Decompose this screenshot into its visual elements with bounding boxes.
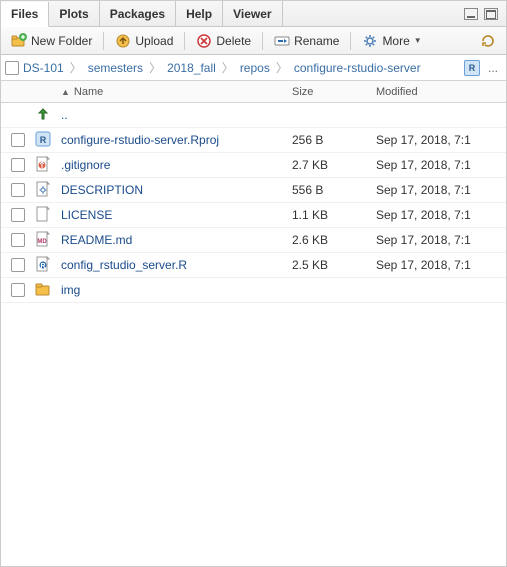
column-label: Name — [74, 86, 103, 98]
breadcrumb-separator-icon: 〉 — [147, 59, 163, 76]
file-name-link[interactable]: configure-rstudio-server.Rproj — [61, 133, 219, 147]
file-row: Rconfigure-rstudio-server.Rproj 256 BSep … — [1, 128, 506, 153]
file-modified: Sep 17, 2018, 7:1 — [376, 258, 506, 272]
rename-label: Rename — [294, 34, 339, 48]
rproj-icon: R — [35, 131, 51, 147]
refresh-button[interactable] — [474, 31, 502, 51]
breadcrumb-separator-icon: 〉 — [220, 59, 236, 76]
delete-icon — [196, 33, 212, 49]
file-row: Rconfig_rstudio_server.R 2.5 KBSep 17, 20… — [1, 253, 506, 278]
svg-text:R: R — [40, 263, 45, 270]
git-icon — [35, 156, 51, 172]
file-row: img — [1, 278, 506, 303]
breadcrumb-separator-icon: 〉 — [274, 59, 290, 76]
breadcrumb-more-button[interactable]: ... — [484, 61, 502, 75]
rproject-badge-icon[interactable]: R — [464, 60, 480, 76]
file-name-link[interactable]: LICENSE — [61, 208, 112, 222]
tab-plots[interactable]: Plots — [49, 1, 99, 26]
gear-icon — [362, 33, 378, 49]
refresh-icon — [480, 33, 496, 49]
up-arrow-icon — [35, 106, 51, 122]
new-folder-icon — [11, 33, 27, 49]
tab-files[interactable]: Files — [1, 2, 49, 27]
parent-dir-row[interactable]: .. — [1, 103, 506, 128]
rscript-icon: R — [35, 256, 51, 272]
row-checkbox[interactable] — [11, 133, 25, 147]
files-toolbar: New Folder Upload Delete Rename More ▼ — [1, 27, 506, 55]
more-label: More — [382, 34, 409, 48]
dropdown-caret-icon: ▼ — [414, 36, 422, 45]
file-name-link[interactable]: .gitignore — [61, 158, 110, 172]
delete-label: Delete — [216, 34, 251, 48]
select-all-checkbox[interactable] — [5, 61, 19, 75]
row-checkbox[interactable] — [11, 208, 25, 222]
file-modified: Sep 17, 2018, 7:1 — [376, 208, 506, 222]
breadcrumb-separator-icon: 〉 — [68, 59, 84, 76]
row-checkbox[interactable] — [11, 233, 25, 247]
toolbar-separator — [262, 32, 263, 50]
file-modified: Sep 17, 2018, 7:1 — [376, 233, 506, 247]
column-header-modified[interactable]: Modified — [376, 86, 506, 98]
minimize-pane-icon[interactable] — [464, 8, 478, 20]
md-icon: MD — [35, 231, 51, 247]
row-checkbox[interactable] — [11, 158, 25, 172]
sort-asc-icon: ▲ — [61, 87, 70, 97]
file-size: 556 B — [292, 183, 376, 197]
file-modified: Sep 17, 2018, 7:1 — [376, 158, 506, 172]
row-checkbox[interactable] — [11, 183, 25, 197]
svg-text:MD: MD — [37, 239, 47, 245]
file-name-link[interactable]: config_rstudio_server.R — [61, 258, 187, 272]
svg-text:R: R — [40, 135, 47, 145]
file-size: 2.5 KB — [292, 258, 376, 272]
gear-icon — [35, 181, 51, 197]
breadcrumb-item[interactable]: configure-rstudio-server — [292, 61, 423, 75]
toolbar-separator — [350, 32, 351, 50]
rename-button[interactable]: Rename — [268, 31, 345, 51]
tab-viewer[interactable]: Viewer — [223, 1, 282, 26]
upload-button[interactable]: Upload — [109, 31, 179, 51]
tab-packages[interactable]: Packages — [100, 1, 176, 26]
breadcrumb-item[interactable]: 2018_fall — [165, 61, 218, 75]
file-row: DESCRIPTION 556 BSep 17, 2018, 7:1 — [1, 178, 506, 203]
delete-button[interactable]: Delete — [190, 31, 257, 51]
more-button[interactable]: More ▼ — [356, 31, 427, 51]
upload-label: Upload — [135, 34, 173, 48]
column-header-name[interactable]: ▲ Name — [61, 86, 292, 98]
breadcrumb-item[interactable]: repos — [238, 61, 272, 75]
file-size: 256 B — [292, 133, 376, 147]
file-modified: Sep 17, 2018, 7:1 — [376, 133, 506, 147]
toolbar-separator — [103, 32, 104, 50]
file-modified: Sep 17, 2018, 7:1 — [376, 183, 506, 197]
file-row: LICENSE 1.1 KBSep 17, 2018, 7:1 — [1, 203, 506, 228]
file-name-link[interactable]: img — [61, 283, 80, 297]
file-list: .. Rconfigure-rstudio-server.Rproj256 BS… — [1, 103, 506, 566]
breadcrumb-item[interactable]: DS-101 — [21, 61, 66, 75]
file-row: MD README.md 2.6 KBSep 17, 2018, 7:1 — [1, 228, 506, 253]
breadcrumb: DS-101 〉 semesters 〉 2018_fall 〉 repos 〉… — [1, 55, 506, 81]
parent-dir-label[interactable]: .. — [61, 108, 68, 122]
file-list-header: ▲ Name Size Modified — [1, 81, 506, 103]
column-header-size[interactable]: Size — [292, 86, 376, 98]
row-checkbox[interactable] — [11, 258, 25, 272]
file-name-link[interactable]: DESCRIPTION — [61, 183, 143, 197]
row-checkbox[interactable] — [11, 283, 25, 297]
rename-icon — [274, 33, 290, 49]
new-folder-button[interactable]: New Folder — [5, 31, 98, 51]
blank-icon — [35, 206, 51, 222]
tab-help[interactable]: Help — [176, 1, 223, 26]
breadcrumb-item[interactable]: semesters — [86, 61, 145, 75]
file-name-link[interactable]: README.md — [61, 233, 132, 247]
pane-tabbar: Files Plots Packages Help Viewer — [1, 1, 506, 27]
new-folder-label: New Folder — [31, 34, 92, 48]
maximize-pane-icon[interactable] — [484, 8, 498, 20]
folder-icon — [35, 281, 51, 297]
file-row: .gitignore 2.7 KBSep 17, 2018, 7:1 — [1, 153, 506, 178]
file-size: 2.6 KB — [292, 233, 376, 247]
upload-icon — [115, 33, 131, 49]
toolbar-separator — [184, 32, 185, 50]
file-size: 1.1 KB — [292, 208, 376, 222]
file-size: 2.7 KB — [292, 158, 376, 172]
